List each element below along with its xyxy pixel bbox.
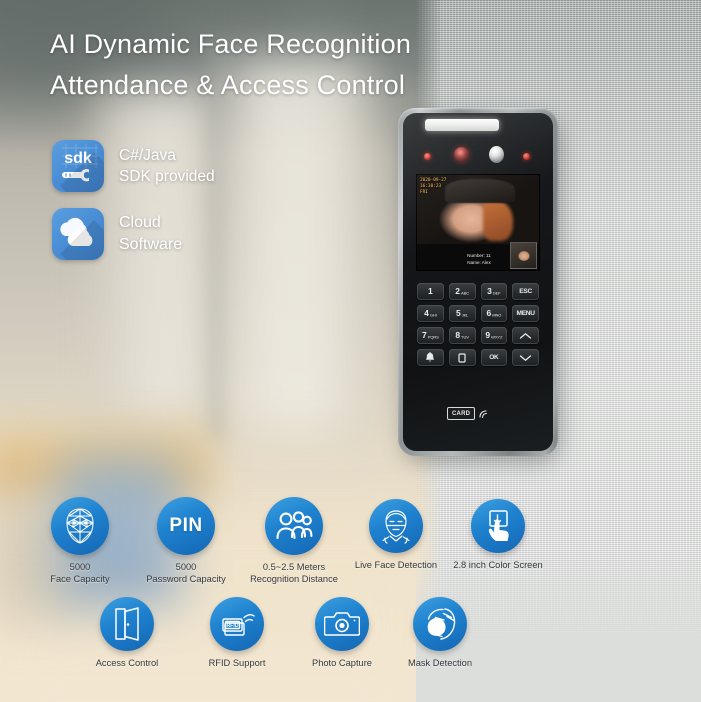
pin-icon: PIN <box>157 497 215 555</box>
key-0[interactable] <box>448 349 476 366</box>
feature-password-capacity: PIN 5000 Password Capacity <box>128 497 244 585</box>
key-1[interactable]: 1 <box>417 283 444 300</box>
lcd-user-info: Number: 11 Name: Alex <box>467 253 491 265</box>
bg-blob-door-2 <box>232 60 372 430</box>
lcd-captured-thumbnail <box>510 242 537 269</box>
mask-face-icon <box>413 597 467 651</box>
device-lcd-screen[interactable]: 2020-09-27 16:30:23 FRI Number: 11 Name:… <box>417 175 539 270</box>
cloud-icon <box>52 208 104 260</box>
rfid-card-reader-zone[interactable]: CARD <box>447 407 490 425</box>
key-9[interactable]: 9 WXYZ <box>480 327 508 344</box>
sdk-icon: sdk <box>52 140 104 192</box>
chevron-down-icon <box>519 354 532 361</box>
key-esc[interactable]: ESC <box>512 283 539 300</box>
infrared-camera-icon <box>454 147 469 162</box>
bell-icon <box>426 352 435 362</box>
svg-text:sdk: sdk <box>64 150 92 167</box>
key-1-digit: 1 <box>428 286 433 297</box>
feature-rfid-support: RFID RFID Support <box>179 597 295 669</box>
feature-face-capacity: 5000 Face Capacity <box>22 497 138 585</box>
product-poster: AI Dynamic Face Recognition Attendance &… <box>0 0 701 702</box>
badge-cloud-label: Cloud Software <box>119 214 183 253</box>
key-down[interactable] <box>512 349 539 366</box>
feature-label: 2.8 inch Color Screen <box>453 560 543 570</box>
touch-screen-icon <box>471 499 525 553</box>
key-3[interactable]: 3 DEF <box>480 283 508 300</box>
feature-color-screen: 2.8 inch Color Screen <box>440 499 556 571</box>
device-keypad[interactable]: 1 2 ABC 3 DEF ESC 4 GHI 5 JKL 6 MNO MENU 7 PQR… <box>417 283 539 366</box>
badge-sdk: sdk C#/Java SDK provided <box>52 140 215 192</box>
ir-led-right-icon <box>523 153 530 160</box>
key-8[interactable]: 8 TUV <box>448 327 476 344</box>
rgb-camera-icon <box>489 146 504 163</box>
svg-text:RFID: RFID <box>226 623 238 629</box>
lcd-preview-hat <box>445 179 515 203</box>
key-4[interactable]: 4 GHI <box>417 305 444 322</box>
badge-sdk-label: C#/Java SDK provided <box>119 147 215 185</box>
rfid-card-icon: RFID <box>210 597 264 651</box>
key-5[interactable]: 5 JKL <box>448 305 476 322</box>
feature-label: RFID Support <box>208 658 266 668</box>
rfid-waves-icon <box>479 410 488 418</box>
feature-label: Mask Detection <box>407 658 473 668</box>
key-up[interactable] <box>512 327 539 344</box>
feature-label: Live Face Detection <box>354 560 438 570</box>
camera-icon <box>315 597 369 651</box>
key-6[interactable]: 6 MNO <box>480 305 508 322</box>
page-title: AI Dynamic Face Recognition Attendance &… <box>50 29 412 100</box>
lcd-datetime-overlay: 2020-09-27 16:30:23 FRI <box>420 178 447 195</box>
face-mesh-icon <box>51 497 109 555</box>
face-recognition-terminal: 2020-09-27 16:30:23 FRI Number: 11 Name:… <box>398 108 560 462</box>
feature-access-control: Access Control <box>69 597 185 669</box>
key-menu[interactable]: MENU <box>512 305 539 322</box>
key-2[interactable]: 2 ABC <box>448 283 476 300</box>
people-group-icon <box>265 497 323 555</box>
door-icon <box>100 597 154 651</box>
key-ok[interactable]: OK <box>480 349 508 366</box>
key-bell[interactable] <box>417 349 444 366</box>
live-face-icon <box>369 499 423 553</box>
chevron-up-icon <box>519 332 532 339</box>
feature-mask-detection: Mask Detection <box>382 597 498 669</box>
lcd-preview-hair <box>483 201 513 241</box>
device-front-panel: 2020-09-27 16:30:23 FRI Number: 11 Name:… <box>403 113 553 451</box>
illumination-light-strip <box>425 119 499 131</box>
feature-label: 0.5~2.5 Meters Recognition Distance <box>250 562 338 584</box>
feature-label: Access Control <box>95 658 159 668</box>
pin-text: PIN <box>169 515 203 536</box>
badge-cloud: Cloud Software <box>52 208 182 260</box>
ir-led-left-icon <box>424 153 431 160</box>
feature-label: 5000 Face Capacity <box>50 562 110 584</box>
card-reader-label: CARD <box>447 407 481 425</box>
feature-label: 5000 Password Capacity <box>146 562 226 584</box>
feature-recognition-distance: 0.5~2.5 Meters Recognition Distance <box>236 497 352 585</box>
feature-live-face-detection: Live Face Detection <box>338 499 454 571</box>
key-7[interactable]: 7 PQRS <box>417 327 444 344</box>
zero-box-icon <box>458 352 466 363</box>
